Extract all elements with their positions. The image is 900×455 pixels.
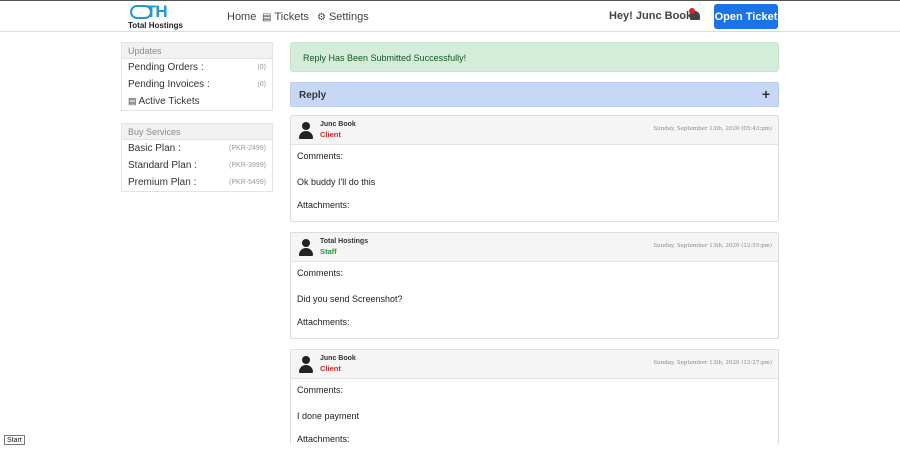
- message-author: Junc Book: [320, 355, 356, 362]
- nav-home-label: Home: [227, 11, 257, 23]
- user-avatar-icon: [299, 122, 313, 140]
- attachments-label: Attachments:: [297, 317, 350, 327]
- brand-logo[interactable]: TH Total Hostings: [128, 2, 188, 32]
- ticket-message: Total Hostings Staff Sunday, September 1…: [290, 232, 779, 339]
- top-navbar: TH Total Hostings Home ▤ Tickets ⚙ Setti…: [0, 0, 900, 32]
- ticket-message: Junc Book Client Sunday, September 13th,…: [290, 115, 779, 222]
- buy-services-title: Buy Services: [122, 124, 272, 140]
- notification-dot: [689, 8, 695, 14]
- updates-panel: Updates Pending Orders : (0) Pending Inv…: [121, 42, 273, 111]
- sidebar-item-price: (PKR-5499): [229, 179, 266, 186]
- gear-icon: ⚙: [317, 11, 326, 23]
- sidebar-item-label: Active Tickets: [138, 96, 200, 107]
- nav-tickets-label: Tickets: [274, 11, 309, 23]
- ticket-message: Junc Book Client Sunday, September 13th,…: [290, 349, 779, 445]
- message-body: Comments: Ok buddy I'll do this Attachme…: [291, 145, 778, 221]
- sidebar-item-basic-plan[interactable]: Basic Plan : (PKR-2499): [122, 140, 272, 157]
- message-date: Sunday, September 13th, 2020 (05:43:pm): [653, 126, 772, 132]
- nav-tickets[interactable]: ▤ Tickets: [262, 11, 309, 23]
- plus-icon[interactable]: +: [762, 86, 770, 102]
- ticket-icon: ▤: [128, 96, 137, 106]
- message-role: Client: [320, 364, 341, 373]
- sidebar-item-count: (0): [257, 64, 266, 71]
- sidebar-item-label: Pending Invoices :: [128, 79, 210, 90]
- sidebar-item-price: (PKR-2499): [229, 145, 266, 152]
- brand-mark: TH: [146, 2, 168, 21]
- user-avatar-icon: [299, 239, 313, 257]
- comments-label: Comments:: [297, 268, 344, 278]
- reply-label: Reply: [299, 90, 327, 101]
- reply-toggle-bar[interactable]: Reply +: [290, 82, 779, 107]
- sidebar-item-active-tickets[interactable]: ▤ Active Tickets: [122, 93, 272, 110]
- user-avatar-icon: [299, 356, 313, 374]
- ticket-icon: ▤: [262, 11, 272, 23]
- message-header: Total Hostings Staff Sunday, September 1…: [291, 233, 778, 262]
- message-date: Sunday, September 13th, 2020 (12:27:pm): [653, 360, 772, 366]
- attachments-label: Attachments:: [297, 200, 350, 210]
- start-button[interactable]: Start: [4, 435, 25, 445]
- sidebar-item-standard-plan[interactable]: Standard Plan : (PKR-3999): [122, 157, 272, 174]
- message-text: Ok buddy I'll do this: [297, 177, 376, 187]
- nav-home[interactable]: Home: [227, 11, 256, 23]
- bell-icon[interactable]: [689, 8, 701, 22]
- sidebar-item-label: Basic Plan :: [128, 143, 181, 154]
- sidebar-item-premium-plan[interactable]: Premium Plan : (PKR-5499): [122, 174, 272, 191]
- sidebar-item-price: (PKR-3999): [229, 162, 266, 169]
- comments-label: Comments:: [297, 151, 344, 161]
- sidebar-item-count: (0): [257, 81, 266, 88]
- sidebar-item-label: Pending Orders :: [128, 62, 204, 73]
- updates-title: Updates: [122, 43, 272, 59]
- nav-settings-label: Settings: [328, 11, 369, 23]
- buy-services-panel: Buy Services Basic Plan : (PKR-2499) Sta…: [121, 123, 273, 192]
- message-header: Junc Book Client Sunday, September 13th,…: [291, 116, 778, 145]
- message-date: Sunday, September 13th, 2020 (12:55:pm): [653, 243, 772, 249]
- success-alert: Reply Has Been Submitted Successfully!: [290, 42, 779, 72]
- message-text: I done payment: [297, 411, 360, 421]
- user-greeting[interactable]: Hey! Junc Book: [609, 10, 692, 22]
- message-role: Staff: [320, 247, 337, 256]
- message-author: Total Hostings: [320, 238, 369, 245]
- message-header: Junc Book Client Sunday, September 13th,…: [291, 350, 778, 379]
- message-text: Did you send Screenshot?: [297, 294, 403, 304]
- brand-name: Total Hostings: [128, 21, 183, 30]
- message-author: Junc Book: [320, 121, 356, 128]
- message-body: Comments: I done payment Attachments:: [291, 379, 778, 455]
- sidebar-item-pending-orders[interactable]: Pending Orders : (0): [122, 59, 272, 76]
- message-role: Client: [320, 130, 341, 139]
- open-ticket-button[interactable]: Open Ticket: [714, 4, 778, 29]
- sidebar-item-label: Premium Plan :: [128, 177, 197, 188]
- sidebar-item-pending-invoices[interactable]: Pending Invoices : (0): [122, 76, 272, 93]
- attachments-label: Attachments:: [297, 434, 350, 444]
- nav-settings[interactable]: ⚙ Settings: [317, 11, 369, 23]
- comments-label: Comments:: [297, 385, 344, 395]
- message-body: Comments: Did you send Screenshot? Attac…: [291, 262, 778, 338]
- sidebar-item-label: Standard Plan :: [128, 160, 197, 171]
